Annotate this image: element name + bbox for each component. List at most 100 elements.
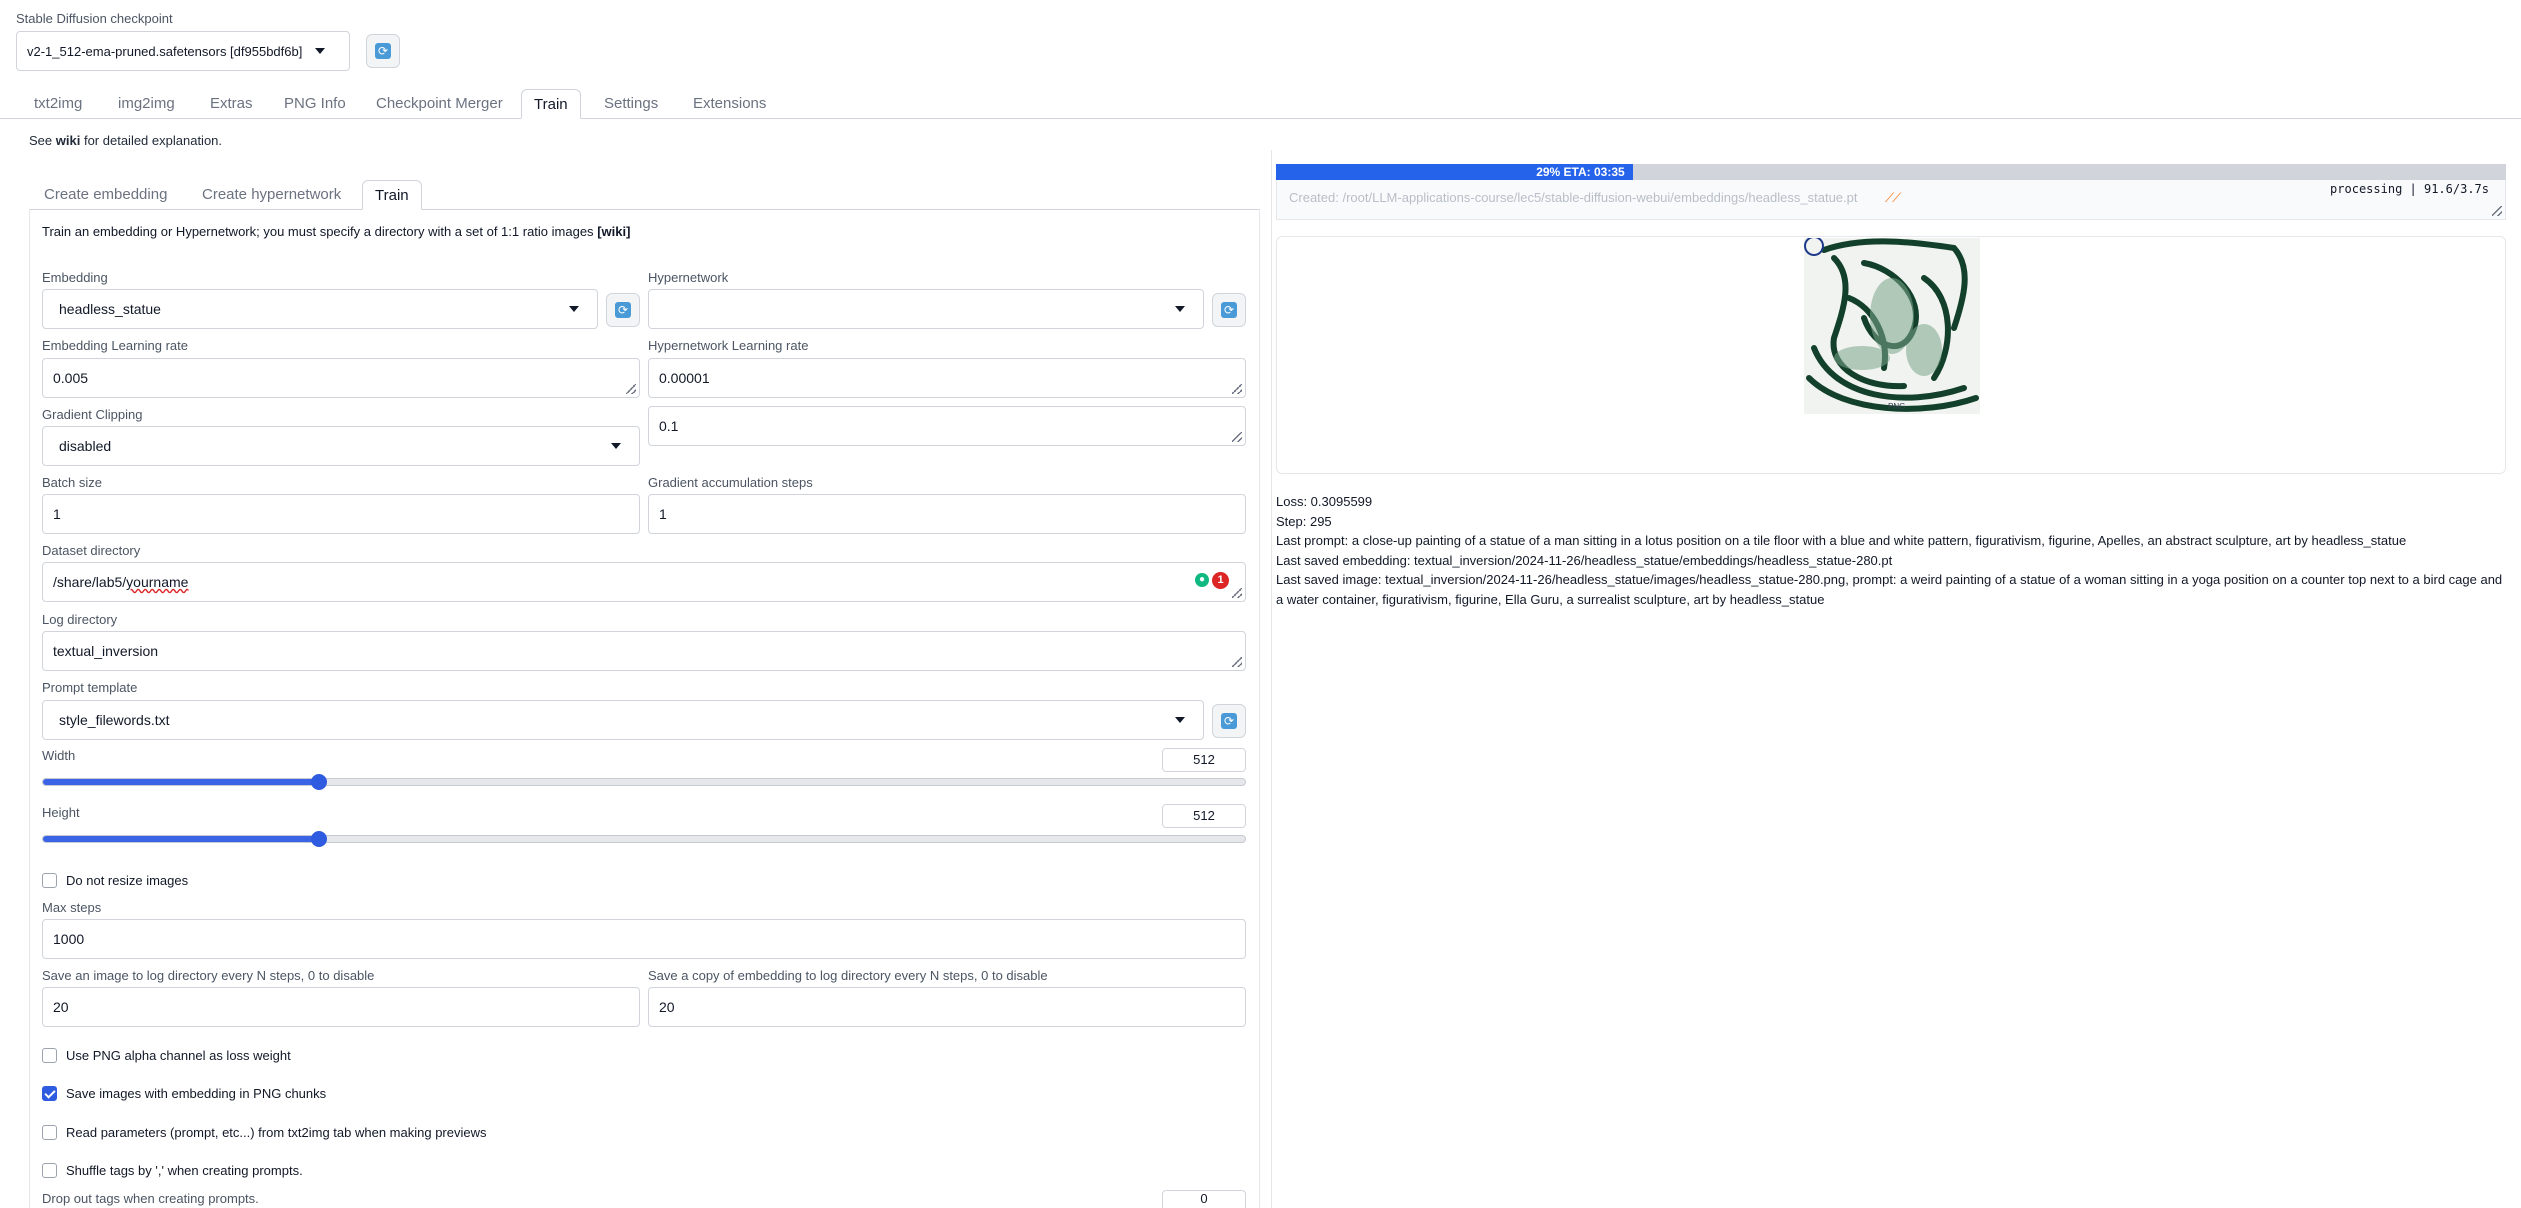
see-wiki-text: See wiki for detailed explanation. [29, 133, 223, 148]
save-embedding-every-label: Save a copy of embedding to log director… [648, 968, 1048, 983]
subtab-create-embedding[interactable]: Create embedding [32, 180, 179, 210]
width-slider-fill [43, 779, 320, 785]
status-box: Created: /root/LLM-applications-course/l… [1276, 180, 2506, 220]
height-slider-fill [43, 836, 320, 842]
resize-handle[interactable] [1232, 588, 1242, 598]
resize-handle[interactable] [1232, 432, 1242, 442]
preview-image-caption: PNG [1888, 402, 1906, 411]
gradient-clip-value-input[interactable]: 0.1 [648, 406, 1246, 446]
shuffle-tags-checkbox[interactable] [42, 1163, 57, 1178]
width-label: Width [42, 748, 76, 763]
training-info: Loss: 0.3095599 Step: 295 Last prompt: a… [1276, 492, 2506, 609]
progress-text: 29% ETA: 03:35 [1536, 165, 1625, 179]
gradient-clipping-dropdown[interactable]: disabled [42, 426, 640, 466]
tab-txt2img[interactable]: txt2img [22, 89, 94, 119]
loss-text: Loss: 0.3095599 [1276, 494, 1373, 509]
tab-png-info[interactable]: PNG Info [272, 89, 358, 119]
embedding-refresh-button[interactable]: ⟳ [606, 293, 640, 327]
refresh-icon: ⟳ [1221, 302, 1237, 318]
chevron-down-icon [315, 48, 325, 54]
embedding-dropdown[interactable]: headless_statue [42, 289, 598, 329]
tab-extensions[interactable]: Extensions [681, 89, 778, 119]
width-number-input[interactable]: 512 [1162, 748, 1246, 772]
read-params-checkbox[interactable] [42, 1125, 57, 1140]
statue-drawing [1804, 238, 1980, 414]
tab-train[interactable]: Train [521, 89, 581, 119]
dataset-dir-label: Dataset directory [42, 543, 141, 558]
preview-image[interactable]: PNG [1804, 238, 1980, 414]
hypernetwork-dropdown[interactable] [648, 289, 1204, 329]
embedding-value: headless_statue [59, 301, 161, 317]
batch-size-input[interactable]: 1 [42, 494, 640, 534]
tab-checkpoint-merger[interactable]: Checkpoint Merger [364, 89, 515, 119]
png-alpha-checkbox[interactable] [42, 1048, 57, 1063]
tab-settings[interactable]: Settings [592, 89, 670, 119]
tab-extras[interactable]: Extras [198, 89, 265, 119]
png-alpha-label: Use PNG alpha channel as loss weight [66, 1048, 291, 1063]
dropout-tags-number-input[interactable]: 0 [1162, 1190, 1246, 1208]
grad-accumulation-label: Gradient accumulation steps [648, 475, 813, 490]
last-embedding-text: Last saved embedding: textual_inversion/… [1276, 552, 1893, 568]
last-image-text: Last saved image: textual_inversion/2024… [1276, 572, 2503, 607]
height-slider-thumb[interactable] [310, 831, 327, 847]
resize-handle[interactable] [1232, 384, 1242, 394]
checkpoint-value: v2-1_512-ema-pruned.safetensors [df955bd… [27, 43, 303, 59]
chevron-down-icon [569, 306, 579, 312]
error-count-badge[interactable]: 1 [1212, 572, 1229, 589]
embedding-lr-label: Embedding Learning rate [42, 338, 188, 353]
subtab-train[interactable]: Train [362, 180, 422, 210]
checkpoint-dropdown[interactable]: v2-1_512-ema-pruned.safetensors [df955bd… [16, 31, 350, 71]
log-dir-label: Log directory [42, 612, 118, 627]
height-number-input[interactable]: 512 [1162, 804, 1246, 828]
save-png-chunks-label: Save images with embedding in PNG chunks [66, 1086, 327, 1101]
refresh-icon: ⟳ [615, 302, 631, 318]
do-not-resize-label: Do not resize images [66, 873, 189, 888]
status-text: processing | 91.6/3.7s [2330, 182, 2489, 196]
step-text: Step: 295 [1276, 513, 1332, 529]
checkpoint-label: Stable Diffusion checkpoint [16, 11, 173, 26]
checkpoint-refresh-button[interactable]: ⟳ [366, 34, 400, 68]
progress-bar: 29% ETA: 03:35 [1276, 164, 2506, 180]
log-dir-input[interactable]: textual_inversion [42, 631, 1246, 671]
grammar-bulb-icon[interactable]: ● [1195, 573, 1209, 587]
embedding-lr-input[interactable]: 0.005 [42, 358, 640, 398]
height-slider-track[interactable] [42, 835, 1246, 843]
gradient-clipping-label: Gradient Clipping [42, 407, 143, 422]
last-prompt-text: Last prompt: a close-up painting of a st… [1276, 533, 2407, 548]
prompt-template-refresh-button[interactable]: ⟳ [1212, 704, 1246, 738]
wiki-link[interactable]: wiki [56, 133, 81, 148]
subtab-create-hypernetwork[interactable]: Create hypernetwork [190, 180, 353, 210]
hypernetwork-refresh-button[interactable]: ⟳ [1212, 293, 1246, 327]
embedding-label: Embedding [42, 270, 108, 285]
resize-handle[interactable] [2492, 206, 2502, 216]
hypernetwork-lr-label: Hypernetwork Learning rate [648, 338, 809, 353]
clipboard-icon[interactable]: ⟋⟋ [1885, 190, 1901, 206]
max-steps-label: Max steps [42, 900, 102, 915]
created-text: Created: /root/LLM-applications-course/l… [1289, 190, 1858, 205]
progress-bar-fill: 29% ETA: 03:35 [1276, 164, 1633, 180]
batch-size-label: Batch size [42, 475, 102, 490]
save-png-chunks-checkbox[interactable] [42, 1086, 57, 1101]
resize-handle[interactable] [1232, 657, 1242, 667]
hypernetwork-lr-input[interactable]: 0.00001 [648, 358, 1246, 398]
height-label: Height [42, 805, 80, 820]
train-wiki-link[interactable]: [wiki] [597, 224, 630, 239]
do-not-resize-checkbox[interactable] [42, 873, 57, 888]
resize-handle[interactable] [626, 384, 636, 394]
refresh-icon: ⟳ [1221, 713, 1237, 729]
prompt-template-dropdown[interactable]: style_filewords.txt [42, 700, 1204, 740]
shuffle-tags-label: Shuffle tags by ',' when creating prompt… [66, 1163, 303, 1178]
save-embedding-every-input[interactable]: 20 [648, 987, 1246, 1027]
chevron-down-icon [611, 443, 621, 449]
prompt-template-label: Prompt template [42, 680, 138, 695]
width-slider-track[interactable] [42, 778, 1246, 786]
width-slider-thumb[interactable] [310, 774, 327, 790]
dataset-dir-input[interactable]: /share/lab5/yourname ● 1 [42, 562, 1246, 602]
grad-accumulation-input[interactable]: 1 [648, 494, 1246, 534]
max-steps-input[interactable]: 1000 [42, 919, 1246, 959]
save-image-every-label: Save an image to log directory every N s… [42, 968, 375, 983]
tab-img2img[interactable]: img2img [106, 89, 187, 119]
refresh-icon: ⟳ [375, 43, 391, 59]
read-params-label: Read parameters (prompt, etc...) from tx… [66, 1125, 487, 1140]
save-image-every-input[interactable]: 20 [42, 987, 640, 1027]
